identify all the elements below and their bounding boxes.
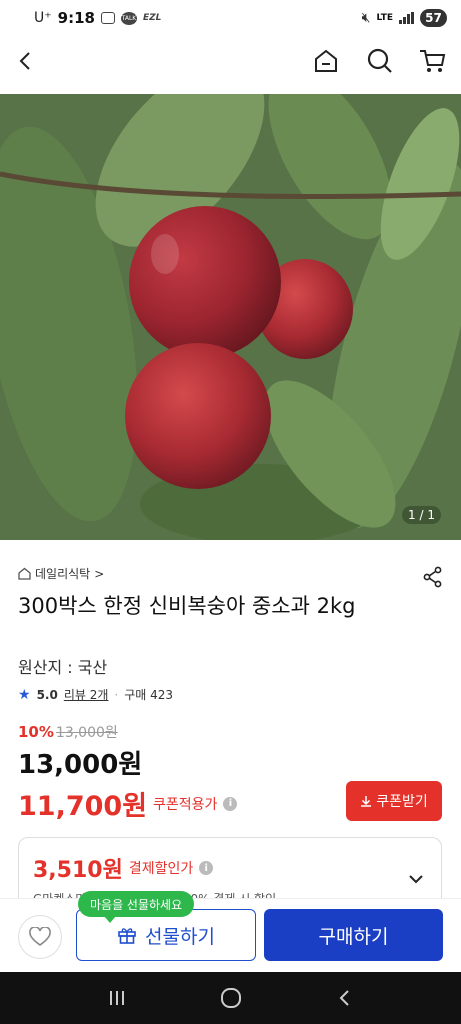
home-icon — [18, 567, 31, 580]
chevron-down-icon[interactable] — [407, 870, 425, 888]
coupon-price-label: 쿠폰적용가 — [153, 796, 218, 813]
discount-row: 10% 13,000원 — [18, 722, 118, 742]
review-link[interactable]: 리뷰 2개 — [64, 686, 109, 703]
payment-row: 3,510원 결제할인가 i — [33, 852, 214, 884]
signal-icon — [399, 12, 414, 24]
home-icon — [315, 49, 337, 72]
ezl-icon: EZL — [142, 13, 162, 23]
sale-price: 13,000원 — [18, 750, 143, 780]
info-icon[interactable]: i — [223, 796, 238, 811]
gift-button-label: 선물하기 — [145, 925, 215, 948]
share-icon — [423, 566, 442, 588]
share-button[interactable] — [422, 566, 444, 588]
info-icon[interactable]: i — [199, 861, 214, 875]
battery-icon: 57 — [420, 9, 447, 27]
home-circle-icon[interactable] — [220, 987, 242, 1009]
chevron-left-icon — [19, 52, 30, 70]
back-button[interactable] — [8, 43, 44, 79]
download-icon — [361, 796, 372, 807]
buy-button[interactable]: 구매하기 — [264, 909, 443, 961]
lte-indicator: LTE — [376, 12, 393, 23]
buy-button-label: 구매하기 — [318, 925, 389, 948]
top-nav — [0, 36, 461, 86]
product-image[interactable]: 1 / 1 — [0, 94, 461, 540]
heart-icon — [29, 927, 51, 946]
system-nav-bar — [0, 972, 461, 1024]
review-row: ★ 5.0 리뷰 2개 · 구매 423 — [18, 686, 173, 703]
original-price: 13,000원 — [55, 725, 118, 741]
coupon-button-label: 쿠폰받기 — [376, 794, 428, 810]
rating-value: 5.0 — [36, 687, 58, 702]
store-link[interactable]: 데일리식탁 > — [18, 565, 104, 582]
talk-icon: TALK — [120, 11, 137, 25]
gift-icon — [118, 928, 136, 944]
cart-icon — [420, 50, 446, 72]
status-bar: U⁺ 9:18 TALK EZL 🔇︎ LTE 57 — [0, 0, 461, 36]
back-icon[interactable] — [336, 989, 354, 1007]
store-arrow: > — [94, 566, 105, 581]
coupon-download-button[interactable]: 쿠폰받기 — [346, 781, 442, 821]
carrier-label: U⁺ — [34, 10, 52, 26]
peach-photo — [0, 94, 461, 540]
product-origin: 원산지 : 국산 — [18, 658, 108, 677]
price-area: 10% 13,000원 — [18, 722, 118, 742]
clock: 9:18 — [57, 9, 95, 27]
mute-icon: 🔇︎ — [361, 10, 371, 26]
separator: · — [114, 687, 119, 702]
status-right: 🔇︎ LTE 57 — [362, 9, 447, 27]
product-title: 300박스 한정 신비복숭아 중소과 2kg — [18, 594, 356, 618]
coupon-price-row: 11,700원 쿠폰적용가 i — [18, 784, 238, 823]
coupon-price: 11,700원 — [18, 791, 148, 822]
recent-apps-icon[interactable] — [107, 989, 127, 1007]
discount-percent: 10% — [18, 723, 54, 741]
payment-discount-label: 결제할인가 — [128, 861, 194, 877]
status-left: U⁺ 9:18 TALK EZL — [34, 9, 161, 27]
wishlist-button[interactable] — [18, 915, 62, 959]
screenshot-icon — [100, 12, 115, 24]
cart-button[interactable] — [414, 43, 450, 79]
star-icon: ★ — [18, 686, 31, 703]
search-button[interactable] — [362, 43, 398, 79]
search-icon — [367, 48, 392, 73]
store-name: 데일리식탁 — [35, 567, 91, 581]
bottom-action-bar: 선물하기 구매하기 — [0, 898, 461, 970]
home-button[interactable] — [308, 43, 344, 79]
image-counter: 1 / 1 — [402, 506, 441, 524]
gift-tooltip: 마음을 선물하세요 — [78, 891, 195, 923]
payment-discount-price: 3,510원 — [33, 858, 123, 883]
purchase-count: 구매 423 — [124, 688, 174, 702]
